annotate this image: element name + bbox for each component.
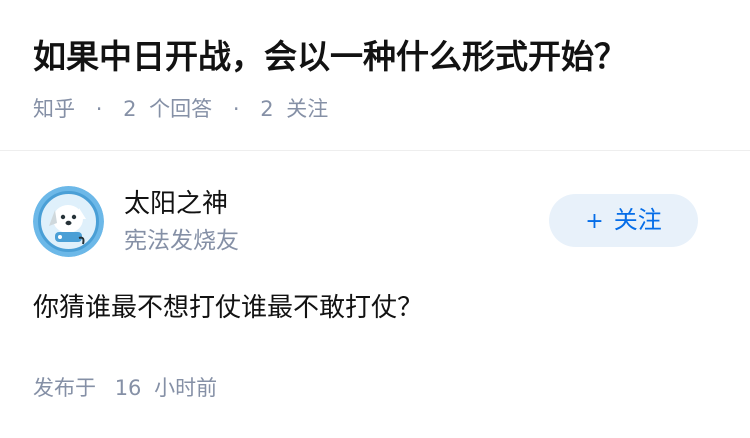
answer-count: 2 (123, 97, 137, 121)
answer-page: 如果中日开战，会以一种什么形式开始？ 知乎 · 2 个回答 · 2 关注 太阳之… (0, 0, 750, 438)
meta-separator: · (232, 97, 240, 121)
author-badge: 宪法发烧友 (124, 228, 239, 254)
question-title[interactable]: 如果中日开战，会以一种什么形式开始？ (33, 33, 627, 81)
question-header: 如果中日开战，会以一种什么形式开始？ 知乎 · 2 个回答 · 2 关注 (0, 0, 750, 151)
site-name[interactable]: 知乎 (33, 97, 75, 121)
publish-prefix: 发布于 (33, 376, 96, 400)
follower-count: 2 (260, 97, 274, 121)
author-name[interactable]: 太阳之神 (124, 186, 228, 222)
answer-content: 你猜谁最不想打仗谁最不敢打仗？ (33, 293, 424, 323)
publish-unit: 小时前 (154, 376, 218, 400)
follow-button-label: 关注 (613, 206, 662, 234)
publish-time: 发布于 16 小时前 (33, 371, 217, 405)
cartoon-dog-avatar-icon[interactable] (33, 186, 104, 257)
plus-icon: + (585, 209, 604, 234)
follower-count-label: 关注 (286, 97, 329, 121)
answer-count-label: 个回答 (149, 97, 213, 121)
author-info: 太阳之神 宪法发烧友 + 关注 (33, 186, 698, 260)
question-meta: 知乎 · 2 个回答 · 2 关注 (33, 92, 328, 126)
publish-number: 16 (114, 376, 142, 400)
follow-button[interactable]: + 关注 (549, 194, 698, 247)
meta-separator: · (95, 97, 103, 121)
